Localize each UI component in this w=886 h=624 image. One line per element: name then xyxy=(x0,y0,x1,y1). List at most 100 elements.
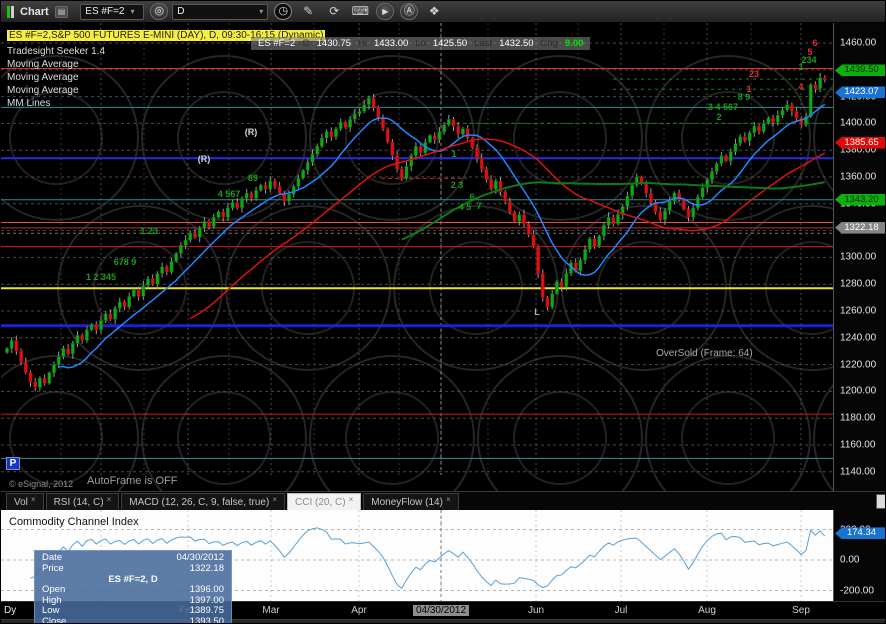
quote-strip: ES #F=2 O 1430.75 Hi 1433.00 Lo 1425.50 … xyxy=(251,37,591,50)
candle xyxy=(216,211,221,218)
alerts-button[interactable]: Ⓐ xyxy=(400,3,419,20)
main-chart-panel[interactable]: 1460.001440.001420.001400.001380.001360.… xyxy=(1,23,885,491)
tooltip-date-value: 04/30/2012 xyxy=(176,552,224,563)
legend-item[interactable]: Moving Average xyxy=(7,71,325,84)
candle xyxy=(418,145,423,154)
candle xyxy=(113,308,117,320)
symbol-select[interactable]: ES #F=2 ▾ xyxy=(80,3,145,20)
tab-vol[interactable]: Vol × xyxy=(6,493,44,510)
price-axis-label: 1200.00 xyxy=(840,385,877,397)
candle xyxy=(700,187,705,198)
chart-annotation: 4 5 xyxy=(458,202,472,212)
candle xyxy=(103,313,108,321)
candle xyxy=(277,186,282,194)
candle xyxy=(230,202,235,209)
candle xyxy=(442,124,446,133)
candle xyxy=(616,214,620,225)
chart-annotation: 678 9 xyxy=(113,257,137,267)
copyright-label: © eSignal, 2012 xyxy=(9,479,74,489)
close-icon[interactable]: × xyxy=(107,495,112,504)
candle xyxy=(686,208,691,218)
close-icon[interactable]: × xyxy=(446,495,451,504)
price-axis-label: 1260.00 xyxy=(840,305,877,317)
price-badge: 1385.65 xyxy=(835,136,885,149)
tab-label: Vol xyxy=(14,496,28,508)
quote-open-label: O xyxy=(302,38,310,49)
candle xyxy=(334,128,338,138)
chart-annotation: 7 xyxy=(476,201,482,211)
candle xyxy=(348,119,352,128)
chart-annotation: 1 23 xyxy=(140,226,158,236)
candle xyxy=(404,166,409,179)
close-icon[interactable]: × xyxy=(272,495,277,504)
legend-item[interactable]: Moving Average xyxy=(7,58,325,71)
candle xyxy=(9,340,14,349)
candle xyxy=(193,233,197,238)
draw-tools-button[interactable]: ✎ xyxy=(298,3,318,20)
candle xyxy=(188,233,193,241)
chart-annotation: 6 xyxy=(812,38,818,48)
candle xyxy=(672,192,677,202)
candle xyxy=(202,220,207,229)
candle xyxy=(371,97,376,108)
candle xyxy=(329,131,334,138)
chevron-down-icon: ▾ xyxy=(130,7,135,16)
candle xyxy=(258,184,263,191)
tab-rsi[interactable]: RSI (14, C) × xyxy=(45,493,120,510)
candle xyxy=(428,135,432,143)
page-marker-badge[interactable]: P xyxy=(6,457,20,470)
candle xyxy=(47,372,52,384)
symbol-lookup-button[interactable]: ◎ xyxy=(150,3,169,20)
candle xyxy=(512,211,517,222)
candle xyxy=(376,107,381,119)
candle xyxy=(681,199,686,210)
link-button[interactable]: ❖ xyxy=(424,3,444,20)
candle xyxy=(780,109,785,116)
legend-item[interactable]: MM Lines xyxy=(7,97,325,110)
candle xyxy=(85,329,89,341)
chart-annotation: 1 xyxy=(798,62,804,72)
time-axis-label: Jul xyxy=(614,605,628,616)
tab-moneyflow[interactable]: MoneyFlow (14) × xyxy=(363,493,459,510)
tab-scroll-button[interactable] xyxy=(876,494,885,509)
candle xyxy=(813,84,818,89)
candle xyxy=(752,125,757,134)
candle xyxy=(28,372,33,383)
candle xyxy=(254,190,258,199)
candle xyxy=(362,104,367,112)
candle xyxy=(446,119,451,125)
candle xyxy=(310,153,315,163)
interval-select[interactable]: D ▾ xyxy=(172,3,269,20)
chart-window: Chart ▤ ES #F=2 ▾ ◎ D ▾ ◷ ✎ ⟳ ⌨ ▶ Ⓐ ❖ 14… xyxy=(0,0,886,624)
cci-title: Commodity Channel Index xyxy=(9,516,139,528)
candle xyxy=(33,381,38,388)
refresh-button[interactable]: ⟳ xyxy=(324,3,344,20)
window-title: Chart xyxy=(20,5,49,18)
candle xyxy=(761,123,766,132)
candle xyxy=(508,200,512,213)
candle xyxy=(301,170,305,179)
chart-annotation: 89 xyxy=(247,173,259,183)
chart-annotation: 1 xyxy=(746,84,752,94)
close-icon[interactable]: × xyxy=(31,495,36,504)
price-axis-label: 1220.00 xyxy=(840,359,877,371)
candle xyxy=(597,235,602,247)
close-icon[interactable]: × xyxy=(349,495,354,504)
time-template-button[interactable]: ◷ xyxy=(274,3,293,20)
quote-high-label: Hi xyxy=(357,38,367,49)
replay-button[interactable]: ▶ xyxy=(376,3,395,20)
candle xyxy=(545,297,550,308)
tab-macd[interactable]: MACD (12, 26, C, 9, false, true) × xyxy=(121,493,285,510)
tab-label: MACD (12, 26, C, 9, false, true) xyxy=(129,496,270,508)
candle xyxy=(658,211,663,221)
candle xyxy=(738,136,743,144)
candle xyxy=(56,356,61,365)
candle xyxy=(461,128,465,135)
price-axis[interactable]: 1460.001440.001420.001400.001380.001360.… xyxy=(833,23,885,491)
candle xyxy=(122,301,127,308)
legend-item[interactable]: Moving Average xyxy=(7,84,325,97)
candle xyxy=(625,195,630,207)
console-button[interactable]: ⌨ xyxy=(350,3,370,20)
tab-cci[interactable]: CCI (20, C) × xyxy=(287,493,362,510)
candle xyxy=(484,168,489,180)
